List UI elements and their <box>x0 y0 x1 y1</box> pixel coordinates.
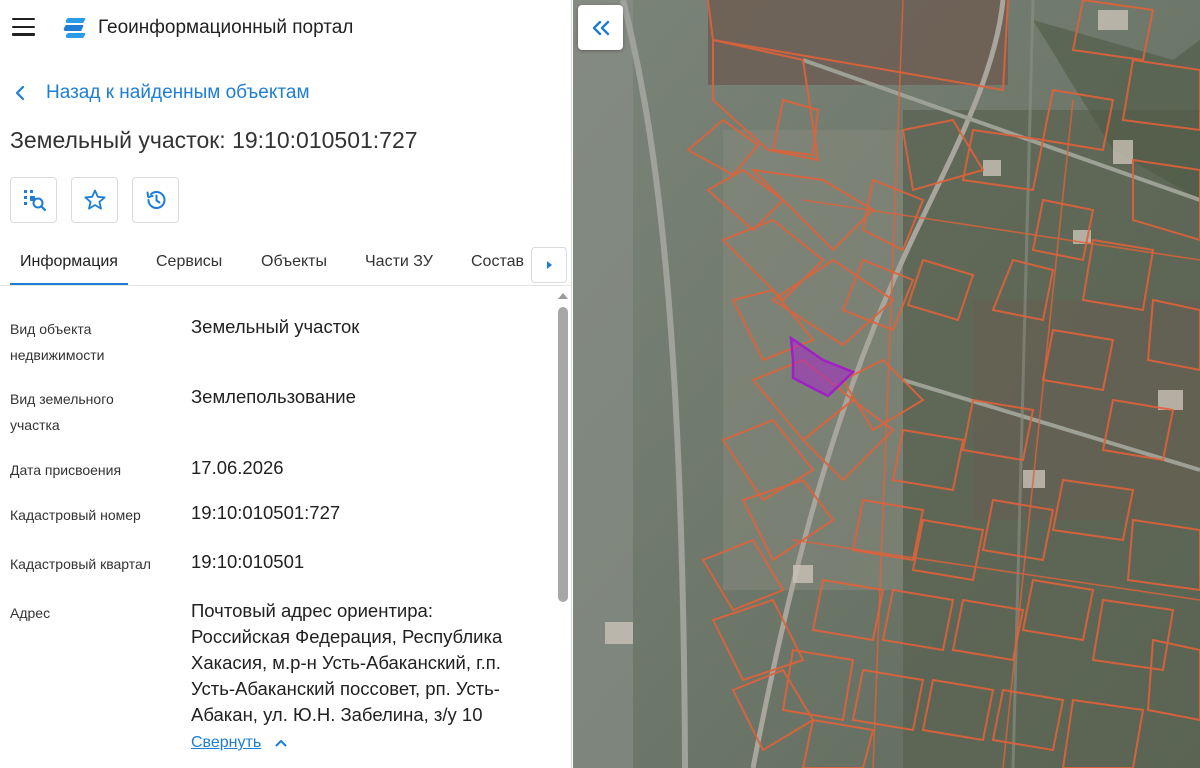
info-label: Кадастровый номер <box>10 507 141 523</box>
collapse-panel-button[interactable] <box>578 5 623 50</box>
scroll-up-arrow[interactable] <box>558 293 568 299</box>
tabs-scroll-right-button[interactable] <box>531 247 567 283</box>
scrollbar-thumb[interactable] <box>558 307 568 602</box>
object-toolbar <box>10 177 179 223</box>
back-to-results-link[interactable]: Назад к найденным объектам <box>14 80 310 106</box>
info-label: Вид объекта недвижимости <box>10 321 105 363</box>
info-value: 19:10:010501 <box>191 551 305 572</box>
double-chevron-left-icon <box>592 20 609 35</box>
info-value: 17.06.2026 <box>191 457 284 478</box>
app-header: Геоинформационный портал <box>0 0 571 56</box>
tab-objects[interactable]: Объекты <box>261 253 327 271</box>
info-value: Землепользование <box>191 386 356 407</box>
info-label: Дата присвоения <box>10 462 122 478</box>
collapse-address-link[interactable]: Свернуть <box>191 734 287 752</box>
object-info-list: Вид объекта недвижимости Земельный участ… <box>0 300 552 768</box>
history-icon <box>146 191 165 209</box>
tab-parcel-parts[interactable]: Части ЗУ <box>365 253 433 271</box>
info-value: Земельный участок <box>191 316 360 337</box>
chevron-up-icon <box>275 740 287 747</box>
info-label: Вид земельного участка <box>10 391 114 433</box>
hamburger-menu-icon[interactable] <box>12 18 35 38</box>
info-panel: Геоинформационный портал Назад к найденн… <box>0 0 572 768</box>
locate-on-map-button[interactable] <box>10 177 57 223</box>
caret-right-icon <box>547 261 552 269</box>
history-button[interactable] <box>132 177 179 223</box>
info-value: Почтовый адрес ориентира: Российская Фед… <box>191 600 503 725</box>
tab-information[interactable]: Информация <box>20 253 118 271</box>
tab-services[interactable]: Сервисы <box>156 253 222 271</box>
tab-composition[interactable]: Состав <box>471 253 524 271</box>
locate-on-map-icon <box>23 190 46 212</box>
info-label: Кадастровый квартал <box>10 556 151 572</box>
chevron-left-icon <box>15 85 25 101</box>
info-label: Адрес <box>10 605 51 621</box>
object-title: Земельный участок: 19:10:010501:727 <box>10 127 418 153</box>
collapse-label: Свернуть <box>191 734 262 751</box>
back-link-label: Назад к найденным объектам <box>46 82 310 103</box>
info-value: 19:10:010501:727 <box>191 502 341 523</box>
portal-logo-icon <box>63 18 86 38</box>
add-to-favorites-button[interactable] <box>71 177 118 223</box>
active-tab-indicator <box>10 283 128 285</box>
tab-bar: Информация Сервисы Объекты Части ЗУ Сост… <box>0 240 571 286</box>
satellite-map[interactable] <box>573 0 1200 768</box>
map-view[interactable] <box>573 0 1200 768</box>
favorite-star-icon <box>84 189 105 210</box>
app-title: Геоинформационный портал <box>98 17 354 38</box>
